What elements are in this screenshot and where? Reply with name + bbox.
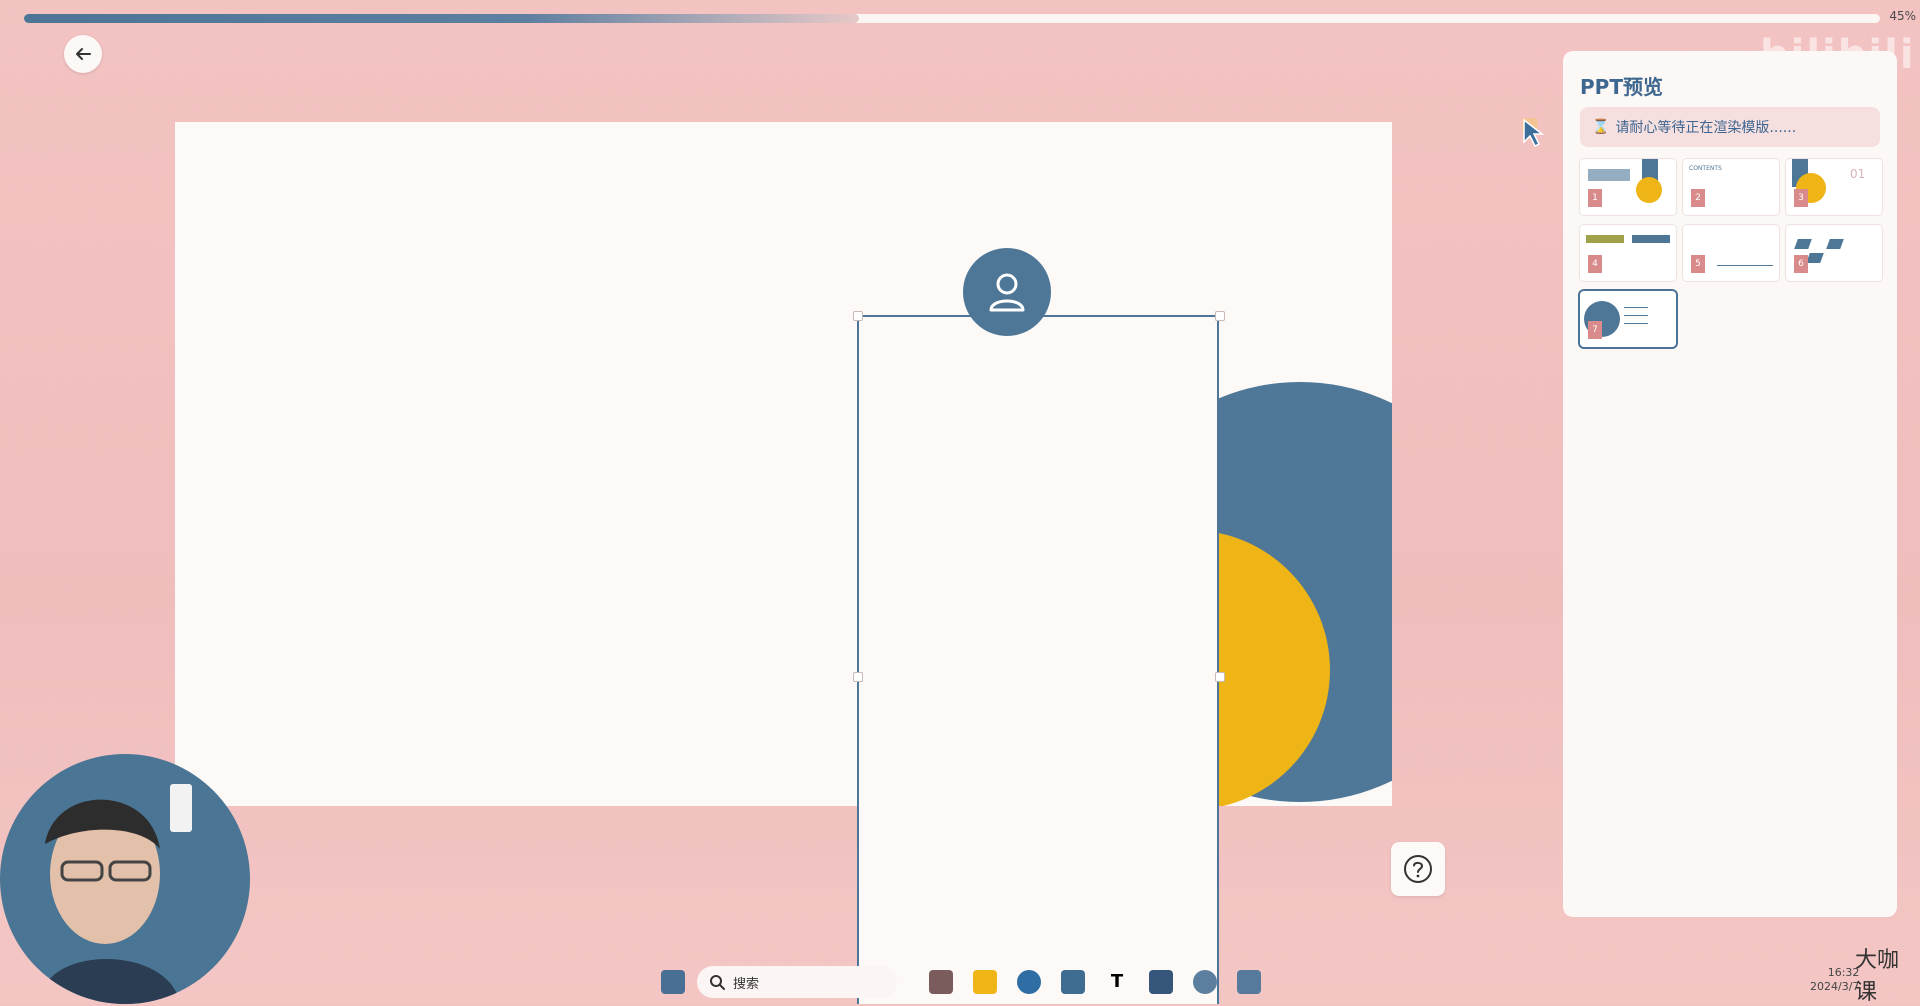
selected-text-frame[interactable] [857,315,1219,1004]
slide-thumbnail-2[interactable]: CONTENTS 2 [1683,159,1779,215]
thumb-number: 5 [1691,255,1705,273]
thumb-section-number: 01 [1850,167,1866,181]
thumb-number: 7 [1588,321,1602,339]
progress-bar [24,14,1880,23]
progress-percent: 45% [1889,9,1916,23]
render-notice: ⌛ 请耐心等待正在渲染模版...... [1580,107,1880,147]
progress-fill [24,14,860,23]
thumb-title-bar [1588,169,1630,181]
thumb-line [1717,265,1773,266]
edge-browser-icon[interactable] [1017,970,1041,994]
thumb-line [1624,315,1648,316]
thumb-number: 1 [1588,189,1602,207]
start-menu-icon[interactable] [661,970,685,994]
clock-date: 2024/3/7 [1810,980,1860,993]
search-placeholder: 搜索 [733,976,760,992]
back-button[interactable] [64,35,102,73]
taskbar-clock[interactable]: 16:32 2024/3/7 [1810,966,1859,994]
thumb-contents-label: CONTENTS [1689,165,1722,172]
thumb-bar [1632,235,1670,243]
help-button[interactable] [1391,842,1445,896]
thumb-shape [1806,253,1824,263]
store-icon[interactable] [1061,970,1085,994]
thumb-line [1624,323,1648,324]
clock-time: 16:32 [1827,966,1860,979]
render-notice-text: 请耐心等待正在渲染模版...... [1615,120,1797,136]
browser-icon[interactable] [1193,970,1217,994]
taskbar-search[interactable]: 搜索 [697,966,897,998]
user-avatar-badge [963,248,1051,336]
question-icon [1404,855,1432,883]
arrow-left-icon [76,48,91,60]
corner-watermark: 大咖课 [1855,948,1900,1005]
ppt-preview-panel: PPT预览 ⌛ 请耐心等待正在渲染模版...... 1 CONTENTS 2 0… [1563,51,1897,917]
mouse-cursor-icon [1522,118,1545,148]
folder-icon[interactable] [973,970,997,994]
notebook-icon[interactable] [1149,970,1173,994]
thumb-line [1624,307,1648,308]
search-icon [710,975,725,990]
word-icon[interactable] [1237,970,1261,994]
slide-thumbnail-4[interactable]: 4 [1580,225,1676,281]
panel-title: PPT预览 [1580,75,1663,99]
thumb-bar [1586,235,1624,243]
resize-handle[interactable] [853,311,863,321]
thumb-number: 4 [1588,255,1602,273]
typora-icon[interactable]: T [1105,970,1129,994]
user-icon [989,273,1025,312]
hourglass-icon: ⌛ [1592,119,1610,135]
thumb-shape [1794,239,1812,249]
thumb-number: 3 [1794,189,1808,207]
taskbar [0,958,1920,1004]
thumb-shape [1826,239,1844,249]
thumb-number: 6 [1794,255,1808,273]
thumb-circle [1636,177,1662,203]
resize-handle[interactable] [1215,672,1225,682]
slide-thumbnail-3[interactable]: 01 3 [1786,159,1882,215]
app-icon[interactable] [929,970,953,994]
resize-handle[interactable] [1215,311,1225,321]
slide-thumbnail-7[interactable]: 7 [1580,291,1676,347]
slide-thumbnail-1[interactable]: 1 [1580,159,1676,215]
slide-thumbnail-5[interactable]: 5 [1683,225,1779,281]
slide-thumbnail-6[interactable]: 6 [1786,225,1882,281]
thumb-number: 2 [1691,189,1705,207]
resize-handle[interactable] [853,672,863,682]
